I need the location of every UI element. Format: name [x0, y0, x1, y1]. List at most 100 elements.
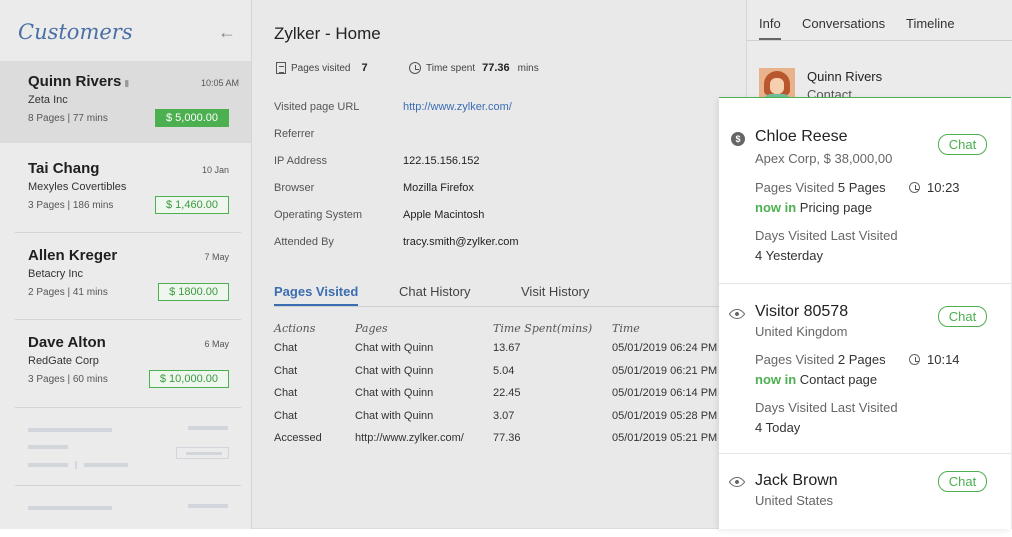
visitor-name: Visitor 80578 — [755, 303, 849, 320]
days-visited-value: 4 Today — [755, 420, 801, 435]
table-cell: Chat with Quinn — [355, 387, 434, 399]
table-cell: Chat with Quinn — [355, 410, 434, 422]
customer-meta: 2 Pages | 41 mins — [28, 287, 108, 298]
customer-name: Tai Chang — [28, 160, 100, 177]
customer-amount-badge: $ 1,460.00 — [155, 196, 229, 214]
customer-company: Betacry Inc — [28, 268, 84, 280]
table-cell: 3.07 — [493, 410, 515, 422]
current-page-line: now in Contact page — [755, 372, 877, 387]
chat-bubble-icon: ▮ — [124, 78, 130, 88]
table-cell: 22.45 — [493, 387, 521, 399]
customer-item[interactable]: Quinn Rivers ▮ 10:05 AM Zeta Inc 8 Pages … — [0, 61, 251, 143]
app-frame: Customers ← Quinn Rivers ▮ 10:05 AM Zeta … — [0, 0, 1012, 529]
clock-icon — [909, 182, 920, 193]
visit-time: 10:23 — [909, 180, 960, 195]
visitor-location: United States — [755, 493, 834, 508]
visitor-location: United Kingdom — [755, 324, 848, 339]
pages-visited-stat: Pages visited 7 — [276, 62, 368, 74]
info-label: Referrer — [274, 128, 315, 140]
customer-item[interactable]: Dave Alton 6 May RedGate Corp 3 Pages | … — [15, 322, 241, 408]
document-icon — [276, 62, 286, 74]
info-value: tracy.smith@zylker.com — [403, 236, 519, 248]
tab-info[interactable]: Info — [759, 16, 781, 40]
tabs-divider — [747, 40, 1012, 41]
tab-pages-visited[interactable]: Pages Visited — [274, 284, 359, 306]
tab-timeline[interactable]: Timeline — [906, 16, 955, 31]
now-in-label: now in — [755, 200, 797, 215]
info-label: Operating System — [274, 209, 363, 221]
tab-chat-history[interactable]: Chat History — [399, 284, 471, 299]
info-label: IP Address — [274, 155, 327, 167]
table-cell: 77.36 — [493, 432, 521, 444]
tab-visit-history[interactable]: Visit History — [521, 284, 589, 299]
customer-item[interactable]: Allen Kreger 7 May Betacry Inc 2 Pages |… — [15, 235, 241, 320]
chat-button[interactable]: Chat — [938, 471, 987, 492]
column-header: Time Spent(mins) — [493, 322, 593, 335]
skeleton-line — [28, 506, 112, 510]
info-label: Browser — [274, 182, 315, 194]
chat-button[interactable]: Chat — [938, 306, 987, 327]
chat-button[interactable]: Chat — [938, 134, 987, 155]
visited-url-link[interactable]: http://www.zylker.com/ — [403, 101, 512, 113]
pages-visited-value: 7 — [361, 62, 368, 74]
table-cell: Chat — [274, 387, 298, 399]
pages-visited-line: Pages Visited 2 Pages — [755, 352, 886, 367]
time-spent-stat: Time spent 77.36 mins — [409, 62, 539, 74]
customer-name: Allen Kreger — [28, 247, 118, 264]
table-cell: Accessed — [274, 432, 322, 444]
sidebar-title: Customers — [18, 20, 133, 44]
time-spent-label: Time spent — [426, 62, 476, 74]
clock-icon — [909, 354, 920, 365]
customer-amount-badge: $ 5,000.00 — [155, 109, 229, 127]
customer-time: 7 May — [204, 252, 229, 262]
column-header: Actions — [274, 322, 316, 335]
customer-item[interactable]: Tai Chang 10 Jan Mexyles Covertibles 3 P… — [15, 148, 241, 233]
eye-icon — [728, 305, 746, 323]
table-cell: 5.04 — [493, 365, 515, 377]
table-cell: 05/01/2019 06:14 PM — [612, 387, 718, 399]
skeleton-line — [188, 426, 228, 430]
pages-visited-value: 5 Pages — [837, 180, 886, 195]
visitors-popup: $ Chloe Reese Apex Corp, $ 38,000,00 Cha… — [719, 97, 1011, 529]
visitor-item[interactable]: Visitor 80578 United Kingdom Chat Pages … — [719, 284, 1011, 454]
table-cell: 13.67 — [493, 342, 521, 354]
contact-name: Quinn Rivers — [807, 69, 883, 84]
visit-time-value: 10:23 — [927, 180, 960, 195]
visitor-name: Chloe Reese — [755, 128, 848, 145]
customer-meta: 8 Pages | 77 mins — [28, 113, 108, 124]
customer-meta: 3 Pages | 60 mins — [28, 374, 108, 385]
time-spent-unit: mins — [517, 62, 539, 74]
column-header: Pages — [355, 322, 388, 335]
pages-visited-label: Pages visited — [291, 62, 351, 74]
table-cell: http://www.zylker.com/ — [355, 432, 464, 444]
visit-time: 10:14 — [909, 352, 960, 367]
visitor-details: Zylker - Home Pages visited 7 Time spent… — [252, 0, 746, 529]
table-cell: 05/01/2019 05:21 PM — [612, 432, 718, 444]
skeleton-line — [28, 428, 112, 432]
customer-company: Mexyles Covertibles — [28, 181, 127, 193]
table-cell: 05/01/2019 06:24 PM — [612, 342, 718, 354]
table-cell: Chat with Quinn — [355, 342, 434, 354]
customer-meta: 3 Pages | 186 mins — [28, 200, 114, 211]
dollar-icon: $ — [731, 132, 745, 146]
skeleton-line — [28, 445, 68, 449]
info-value: Apple Macintosh — [403, 209, 485, 221]
column-header: Time — [612, 322, 640, 335]
visit-time-value: 10:14 — [927, 352, 960, 367]
customer-time: 10 Jan — [201, 165, 229, 175]
table-cell: Chat — [274, 410, 298, 422]
left-arrow-icon[interactable]: ← — [218, 22, 236, 43]
skeleton-line — [188, 504, 228, 508]
visitor-item[interactable]: $ Chloe Reese Apex Corp, $ 38,000,00 Cha… — [719, 98, 1011, 284]
customer-time: 6 May — [204, 339, 229, 349]
skeleton-line — [84, 463, 128, 467]
time-spent-value: 77.36 — [482, 62, 510, 74]
tab-conversations[interactable]: Conversations — [802, 16, 885, 31]
skeleton-line — [28, 463, 68, 467]
pages-visited-label: Pages Visited — [755, 180, 835, 195]
current-page-line: now in Pricing page — [755, 200, 872, 215]
info-label: Visited page URL — [274, 101, 360, 113]
info-value: 122.15.156.152 — [403, 155, 480, 167]
visitor-item[interactable]: Jack Brown United States Chat — [719, 454, 1011, 529]
table-cell: Chat with Quinn — [355, 365, 434, 377]
